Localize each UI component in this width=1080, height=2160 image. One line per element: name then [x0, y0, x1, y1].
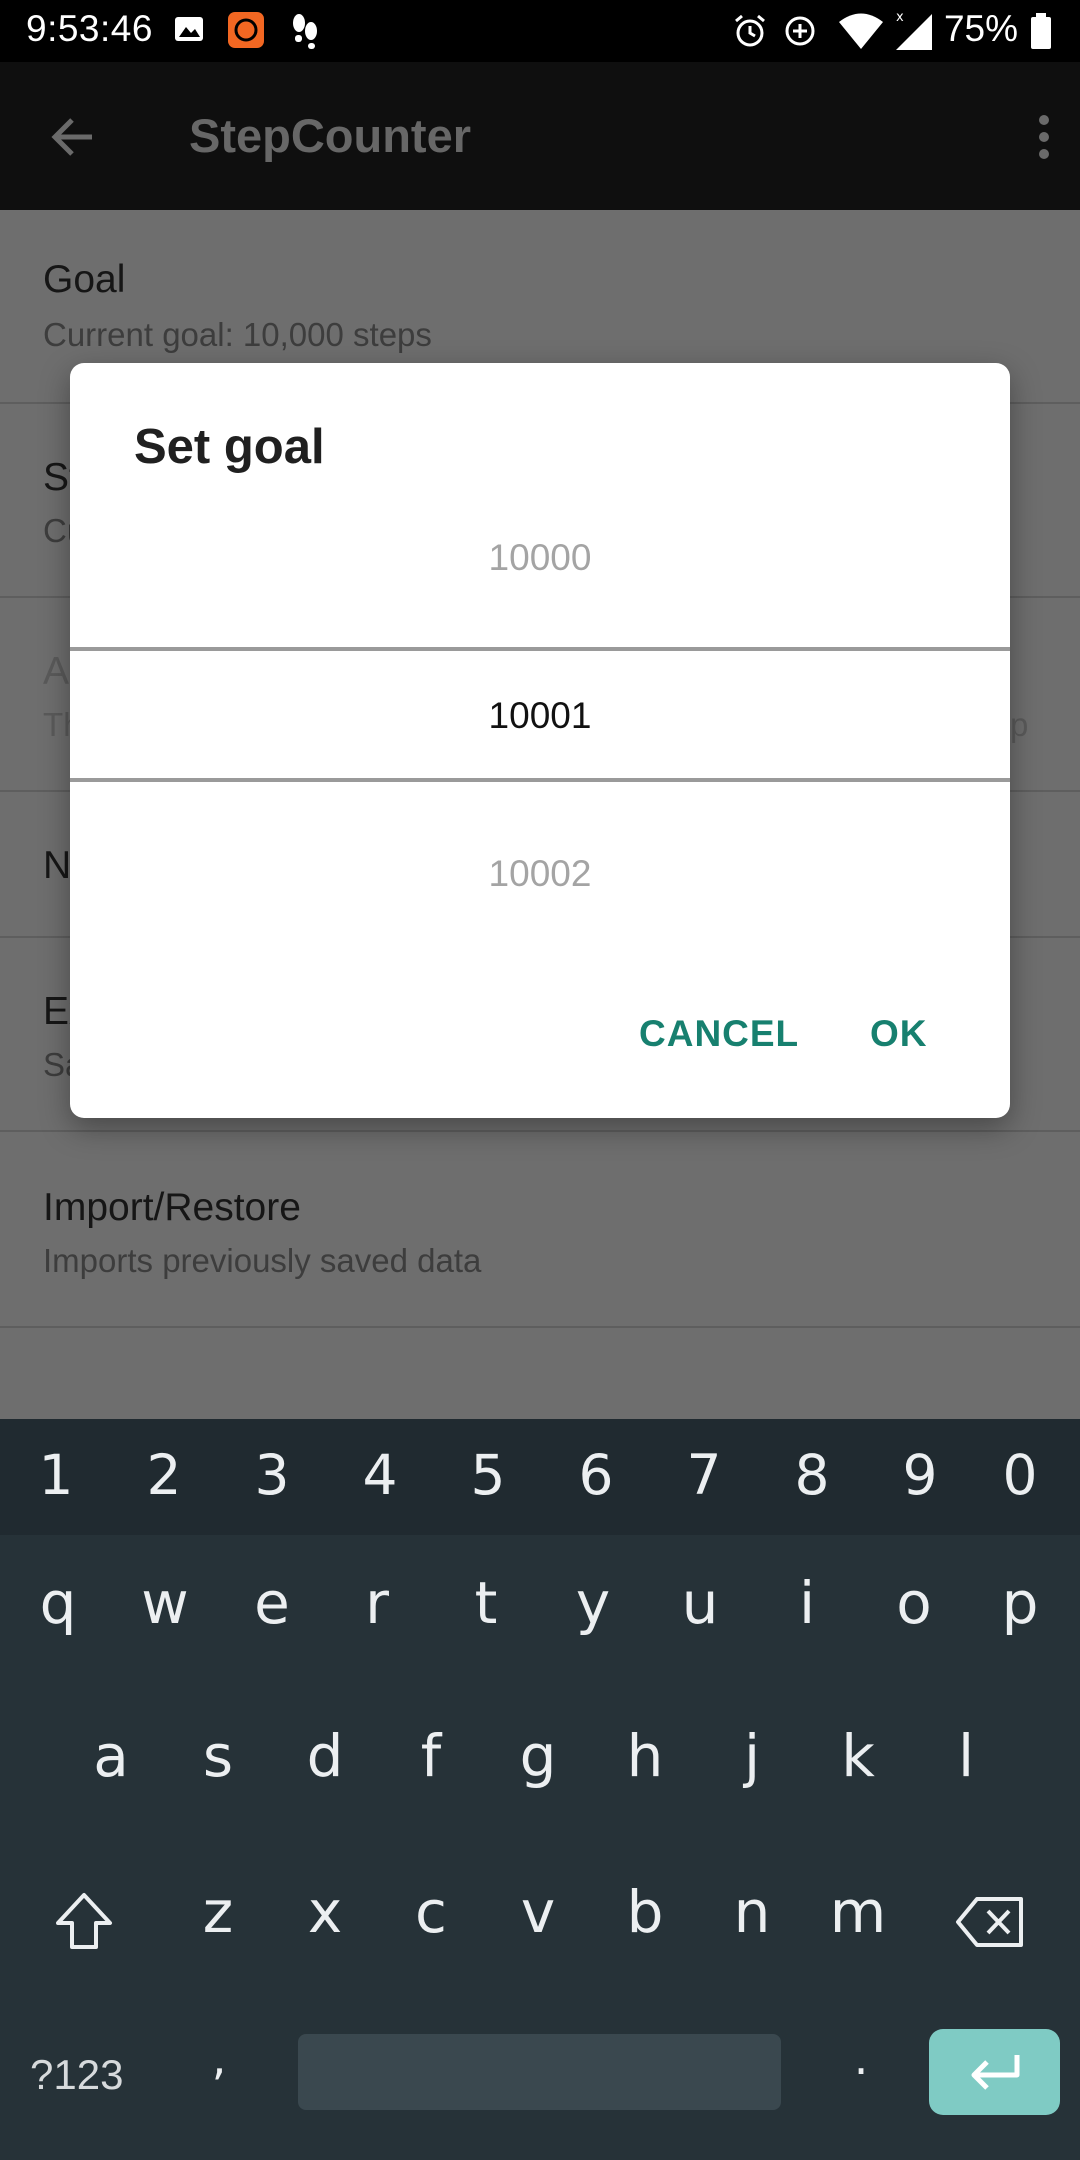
set-goal-dialog: Set goal 10000 10001 10002 CANCEL OK — [70, 363, 1010, 1118]
settings-item-subtitle: Imports previously saved data — [43, 1242, 482, 1279]
key-0[interactable]: 0 — [966, 1443, 1074, 1507]
app-bar: StepCounter — [0, 62, 1080, 210]
enter-key[interactable] — [929, 2029, 1060, 2115]
key-7[interactable]: 7 — [650, 1443, 758, 1507]
data-saver-icon — [785, 16, 815, 46]
key-p[interactable]: p — [966, 1569, 1074, 1637]
wifi-icon — [839, 13, 883, 49]
settings-item-title: N — [43, 844, 72, 887]
keyboard-number-row: 1 2 3 4 5 6 7 8 9 0 — [0, 1419, 1080, 1535]
status-time: 9:53:46 — [26, 8, 153, 49]
key-8[interactable]: 8 — [758, 1443, 866, 1507]
key-x[interactable]: x — [271, 1878, 379, 1946]
ok-button[interactable]: OK — [870, 1013, 928, 1055]
settings-item-import-restore[interactable]: Import/Restore Imports previously saved … — [0, 1132, 1080, 1328]
alarm-icon — [735, 14, 765, 47]
key-w[interactable]: w — [111, 1569, 219, 1637]
settings-item-subtitle: Current goal: 10,000 steps — [43, 316, 432, 353]
key-o[interactable]: o — [860, 1569, 968, 1637]
app-title: StepCounter — [189, 109, 471, 162]
symbols-key[interactable]: ?123 — [30, 2051, 123, 2099]
key-a[interactable]: a — [57, 1722, 165, 1790]
key-comma[interactable]: , — [165, 2031, 273, 2085]
settings-item-title: A — [43, 650, 70, 693]
svg-text:x: x — [896, 10, 904, 25]
image-notification-icon — [175, 17, 203, 41]
key-l[interactable]: l — [912, 1722, 1020, 1790]
settings-item-subtitle-end: p — [1010, 706, 1029, 743]
key-g[interactable]: g — [484, 1722, 592, 1790]
key-q[interactable]: q — [4, 1569, 112, 1637]
shift-icon[interactable] — [52, 1889, 116, 1953]
key-s[interactable]: s — [164, 1722, 272, 1790]
keyboard: 1 2 3 4 5 6 7 8 9 0 q w e r t y u i o p … — [0, 1419, 1080, 2160]
key-v[interactable]: v — [484, 1878, 592, 1946]
number-picker-next-value[interactable]: 10002 — [70, 853, 1010, 895]
number-picker-previous-value[interactable]: 10000 — [70, 537, 1010, 579]
overflow-menu-icon[interactable] — [1036, 112, 1052, 162]
key-b[interactable]: b — [591, 1878, 699, 1946]
key-f[interactable]: f — [377, 1722, 485, 1790]
key-d[interactable]: d — [271, 1722, 379, 1790]
backspace-icon[interactable] — [955, 1895, 1027, 1949]
key-5[interactable]: 5 — [434, 1443, 542, 1507]
cancel-button[interactable]: CANCEL — [639, 1013, 799, 1055]
key-k[interactable]: k — [804, 1722, 912, 1790]
battery-icon — [1031, 13, 1051, 49]
key-j[interactable]: j — [698, 1722, 806, 1790]
key-2[interactable]: 2 — [110, 1443, 218, 1507]
key-1[interactable]: 1 — [2, 1443, 110, 1507]
space-bar[interactable] — [298, 2034, 781, 2110]
dialog-title: Set goal — [134, 420, 325, 474]
back-arrow-icon[interactable] — [48, 112, 98, 162]
key-c[interactable]: c — [377, 1878, 485, 1946]
key-4[interactable]: 4 — [326, 1443, 434, 1507]
key-9[interactable]: 9 — [866, 1443, 974, 1507]
key-z[interactable]: z — [164, 1878, 272, 1946]
footsteps-icon — [293, 14, 317, 49]
picker-divider-top — [70, 647, 1010, 651]
cellular-signal-icon: x — [896, 10, 932, 50]
enter-icon — [971, 2055, 1020, 2090]
key-m[interactable]: m — [804, 1878, 912, 1946]
number-picker-current-value[interactable]: 10001 — [70, 695, 1010, 737]
battery-percent: 75% — [943, 8, 1018, 49]
status-bar: 9:53:46 x 75% — [0, 0, 1080, 62]
key-3[interactable]: 3 — [218, 1443, 326, 1507]
key-6[interactable]: 6 — [542, 1443, 650, 1507]
key-t[interactable]: t — [432, 1569, 540, 1637]
key-n[interactable]: n — [698, 1878, 806, 1946]
key-y[interactable]: y — [539, 1569, 647, 1637]
key-h[interactable]: h — [591, 1722, 699, 1790]
settings-item-title: Goal — [43, 258, 126, 301]
key-i[interactable]: i — [753, 1569, 861, 1637]
settings-item-title: Import/Restore — [43, 1186, 301, 1229]
picker-divider-bottom — [70, 778, 1010, 782]
key-u[interactable]: u — [646, 1569, 754, 1637]
key-period[interactable]: . — [807, 2031, 915, 2085]
key-r[interactable]: r — [323, 1569, 431, 1637]
key-e[interactable]: e — [218, 1569, 326, 1637]
mi-app-notification-icon — [228, 12, 264, 48]
